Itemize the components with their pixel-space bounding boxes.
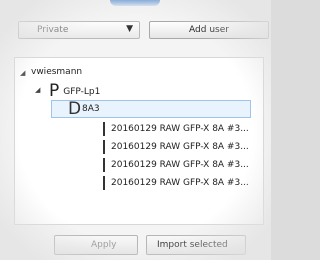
tree-node-file[interactable]: 20160129 RAW GFP-X 8A #3... xyxy=(103,140,249,154)
tree-node-project[interactable]: P GFP-Lp1 xyxy=(49,81,100,101)
bottom-bar: Apply Import selected xyxy=(0,230,271,260)
tree-node-dataset[interactable]: D 8A3 xyxy=(51,99,251,119)
dataset-prefix: D xyxy=(68,99,82,119)
project-label: GFP-Lp1 xyxy=(63,87,101,97)
expand-project-icon[interactable]: ◢ xyxy=(35,86,40,94)
tree-node-file[interactable]: 20160129 RAW GFP-X 8A #3... xyxy=(103,176,249,190)
import-selected-button[interactable]: Import selected xyxy=(146,235,246,255)
visibility-select-value: Private xyxy=(37,25,69,35)
tree-node-file[interactable]: 20160129 RAW GFP-X 8A #3... xyxy=(103,122,249,136)
chevron-down-icon: ▼ xyxy=(126,24,133,34)
dataset-label: 8A3 xyxy=(82,104,100,114)
toolbar: Private ▼ Add user xyxy=(0,16,271,46)
visibility-select[interactable]: Private ▼ xyxy=(18,21,140,39)
tree-view[interactable]: ◢ vwiesmann ◢ PGFP-Lp1 ◢ D 8A3 20160129 … xyxy=(14,57,264,225)
project-prefix: P xyxy=(49,81,60,101)
tree-node-file[interactable]: 20160129 RAW GFP-X 8A #3... xyxy=(103,158,249,172)
tree-node-user[interactable]: vwiesmann xyxy=(31,67,82,77)
expand-user-icon[interactable]: ◢ xyxy=(20,69,25,77)
dialog-panel: Private ▼ Add user ◢ vwiesmann ◢ P GFP-Lp… xyxy=(0,0,271,260)
add-user-button[interactable]: Add user xyxy=(149,21,269,39)
title-glow xyxy=(110,0,160,6)
apply-button[interactable]: Apply xyxy=(54,235,138,255)
